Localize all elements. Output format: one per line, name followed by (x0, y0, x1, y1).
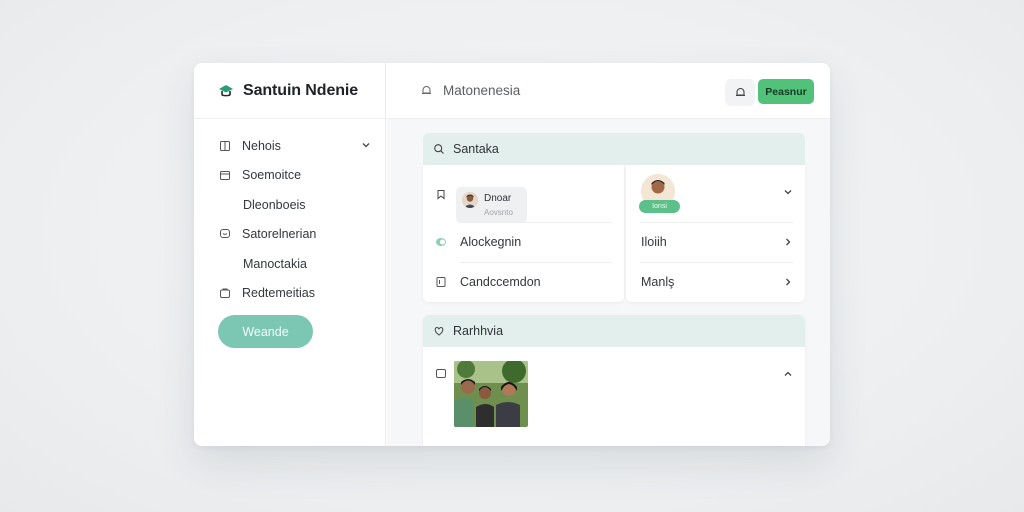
sidebar-nav: Nehois Soemoitce Dleonboeis Satorelneria… (194, 119, 385, 308)
row-label: Iloiih (641, 235, 667, 249)
tag-icon (436, 238, 446, 246)
topbar: Matonenesia Peasnur (387, 63, 830, 119)
image-icon (436, 369, 446, 378)
panel-header-label: Santaka (453, 142, 499, 156)
sidebar-item-label: Dleonboeis (243, 197, 306, 212)
row-label: Manlş (641, 275, 675, 289)
list-item[interactable]: Manlş (626, 272, 805, 292)
bookmark-icon (437, 190, 445, 200)
main-content: Matonenesia Peasnur Santaka Dnoar Aovsnt… (387, 63, 830, 446)
brand-header: Santuin Ndenie (194, 63, 385, 119)
notification-button[interactable] (725, 79, 755, 106)
row-label: Alockegnin (460, 235, 522, 249)
group-photo[interactable] (454, 361, 528, 427)
sidebar-item-soemoitce[interactable]: Soemoitce (194, 161, 385, 191)
chat-icon (220, 229, 230, 239)
chevron-right-icon (786, 238, 791, 246)
primary-action-button[interactable]: Peasnur (758, 79, 814, 104)
bell-icon (422, 86, 431, 94)
heart-icon (434, 326, 444, 336)
bell-icon (735, 87, 745, 97)
divider (459, 222, 612, 223)
status-badge: Ionsi (639, 200, 680, 213)
page-title: Matonenesia (443, 83, 521, 98)
chip-name: Dnoar (484, 193, 512, 204)
app-title: Santuin Ndenie (243, 81, 359, 99)
row-label: Candccemdon (460, 275, 541, 289)
app-window: Santuin Ndenie Nehois Soemoitce Dleonboe… (194, 63, 830, 446)
document-icon (436, 277, 446, 287)
list-item[interactable]: Dnoar Aovsnto (423, 176, 624, 223)
panel-header-label: Rarhhvia (453, 324, 504, 338)
sidebar-item-label: Soemoitce (242, 168, 302, 183)
sidebar-item-label: Satorelnerian (242, 227, 317, 242)
weande-button[interactable]: Weande (218, 315, 313, 348)
sidebar-item-manoctakia[interactable]: Manoctakia (194, 249, 385, 279)
sidebar-item-label: Manoctakia (243, 256, 307, 271)
chevron-up-icon[interactable] (783, 369, 793, 379)
divider (640, 222, 793, 223)
sidebar-item-label: Redtemeitias (242, 286, 315, 301)
right-card: Ionsi Iloiih Manlş (626, 165, 805, 302)
panel-header: Santaka (423, 133, 805, 165)
user-chip[interactable]: Dnoar Aovsnto (456, 187, 527, 223)
sidebar-item-nehois[interactable]: Nehois (194, 131, 385, 161)
avatar (462, 192, 478, 208)
sidebar-item-satorelnerian[interactable]: Satorelnerian (194, 220, 385, 250)
bag-icon (220, 288, 230, 299)
sidebar-item-dleonboeis[interactable]: Dleonboeis (194, 190, 385, 220)
list-item[interactable]: Candccemdon (423, 272, 624, 292)
list-item[interactable]: Alockegnin (423, 232, 624, 252)
list-item[interactable]: Iloiih (626, 232, 805, 252)
sidebar: Santuin Ndenie Nehois Soemoitce Dleonboe… (194, 63, 386, 446)
divider (459, 262, 612, 263)
sidebar-item-label: Nehois (242, 138, 281, 153)
chip-subtitle: Aovsnto (484, 208, 513, 217)
folder-icon (220, 171, 230, 181)
chevron-right-icon (786, 278, 791, 286)
panel-header: Rarhhvia (423, 315, 805, 347)
panel-rarhhvia: Rarhhvia (423, 315, 805, 446)
logo-icon (219, 84, 233, 96)
divider (640, 262, 793, 263)
chevron-down-icon[interactable] (361, 140, 371, 150)
sidebar-item-redtemeitias[interactable]: Redtemeitias (194, 279, 385, 309)
chevron-down-icon[interactable] (783, 187, 793, 197)
book-icon (220, 140, 230, 151)
panel-santaka: Santaka Dnoar Aovsnto Alockegnin Candcce… (423, 133, 805, 302)
search-icon (434, 144, 444, 154)
left-card: Dnoar Aovsnto Alockegnin Candccemdon (423, 165, 624, 302)
